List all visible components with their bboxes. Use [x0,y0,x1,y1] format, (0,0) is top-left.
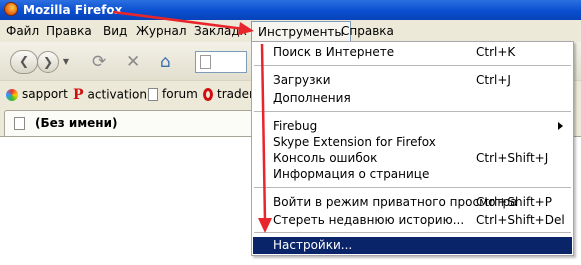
title-bar: Mozilla Firefox [0,0,581,20]
menu-item-addons[interactable]: Дополнения [252,90,573,107]
menu-bar: Файл Правка Вид Журнал Закладк Инструмен… [0,20,581,43]
firefox-logo-icon [4,2,18,16]
menu-separator [254,111,571,112]
menu-separator [254,65,571,66]
menu-tools[interactable]: Инструменты [251,21,351,42]
colorful-pinwheel-icon [6,88,18,101]
menu-item-private-browsing[interactable]: Войти в режим приватного просмотра Ctrl+… [252,194,573,211]
menu-bookmarks[interactable]: Закладк [194,24,247,38]
menu-item-clear-history[interactable]: Стереть недавнюю историю... Ctrl+Shift+D… [252,212,573,229]
menu-item-web-search[interactable]: Поиск в Интернете Ctrl+K [252,44,573,61]
opera-o-icon [203,88,213,101]
menu-separator [254,187,571,188]
menu-separator [254,232,571,233]
reload-icon[interactable]: ⟳ [92,52,106,72]
red-p-icon: P [73,87,84,103]
menu-view[interactable]: Вид [103,24,127,38]
menu-file[interactable]: Файл [6,24,39,38]
menu-item-skype-extension[interactable]: Skype Extension for Firefox [252,134,573,151]
menu-help[interactable]: Справка [341,24,394,38]
page-icon [148,88,158,101]
menu-item-options[interactable]: Настройки... [253,237,572,254]
tab-label: (Без имени) [35,116,118,130]
url-input[interactable] [195,51,247,73]
menu-edit[interactable]: Правка [46,24,92,38]
menu-history[interactable]: Журнал [136,24,187,38]
stop-icon[interactable]: ✕ [126,52,140,72]
back-button[interactable]: ❮ [10,50,38,74]
submenu-arrow-icon [558,122,563,130]
page-icon [14,117,25,130]
window-title: Mozilla Firefox [23,3,123,17]
forward-button[interactable]: ❯ [37,51,59,73]
menu-item-firebug[interactable]: Firebug [252,118,573,135]
bookmark-trader[interactable]: trader [203,87,254,101]
history-dropdown-icon[interactable]: ▼ [60,51,72,73]
menu-item-error-console[interactable]: Консоль ошибок Ctrl+Shift+J [252,150,573,167]
bookmark-sapport[interactable]: sapport [6,87,68,101]
tools-menu: Поиск в Интернете Ctrl+K Загрузки Ctrl+J… [251,41,574,256]
home-icon[interactable]: ⌂ [160,52,171,72]
menu-item-downloads[interactable]: Загрузки Ctrl+J [252,72,573,89]
bookmark-activation[interactable]: Pactivation [73,87,147,103]
page-icon [200,55,211,69]
menu-item-page-info[interactable]: Информация о странице [252,166,573,183]
tab-untitled[interactable]: (Без имени) [4,110,264,136]
bookmark-forum[interactable]: forum [148,87,198,101]
